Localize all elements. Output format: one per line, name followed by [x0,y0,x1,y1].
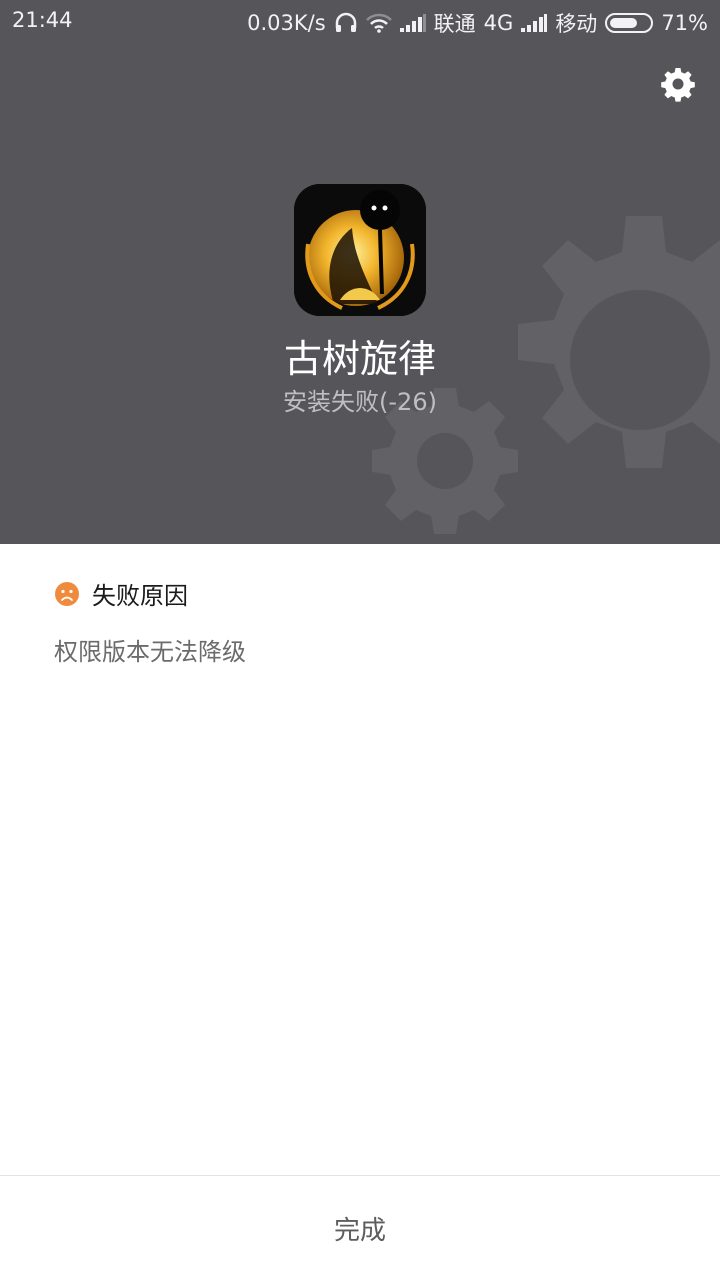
carrier-2: 移动 [555,12,598,36]
signal-icon-1 [399,14,426,32]
app-name: 古树旋律 [283,337,436,381]
sad-face-icon [55,581,79,606]
app-icon [294,184,426,316]
network-type: 4G [483,11,514,35]
failure-reason-title: 失败原因 [92,582,188,610]
network-speed: 0.03K/s [247,11,326,35]
battery-percent: 71% [661,11,708,35]
status-time: 21:44 [12,8,73,32]
headphones-icon [335,12,356,32]
status-bar: 21:44 0.03K/s 联通 4G 移动 71% [0,0,720,42]
wifi-icon [365,13,392,33]
failure-reason-text: 权限版本无法降级 [54,638,246,666]
install-status: 安装失败(-26) [283,388,437,416]
status-right-group: 0.03K/s 联通 4G 移动 71% [247,8,708,38]
battery-icon [605,13,654,33]
carrier-1: 联通 [433,12,476,36]
failure-reason-heading: 失败原因 [54,576,188,611]
signal-icon-2 [521,14,548,32]
done-button[interactable]: 完成 [0,1175,720,1280]
battery-fill [610,18,638,28]
done-button-label: 完成 [333,1215,386,1246]
header-panel: 21:44 0.03K/s 联通 4G 移动 71% 古树旋律 安装失败(-26… [0,0,720,544]
gear-icon[interactable] [660,66,696,102]
